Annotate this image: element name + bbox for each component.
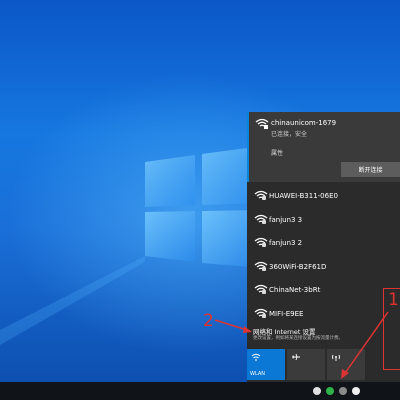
wifi-network-item[interactable]: fanjun3 3	[247, 209, 400, 231]
wifi-network-name: fanjun3 2	[269, 239, 303, 247]
hotspot-icon	[332, 354, 340, 361]
lock-icon	[262, 243, 266, 247]
wifi-network-item[interactable]: MIFI-E9EE	[247, 303, 400, 325]
annotation-marker-2: 2	[203, 311, 214, 331]
annotation-box	[383, 288, 400, 370]
wifi-icon	[251, 353, 261, 361]
airplane-icon	[292, 353, 300, 361]
wlan-tile-label: WLAN	[250, 371, 266, 377]
connected-network-name: chinaunicom-1679	[271, 119, 337, 127]
wifi-network-name: 360WiFi-B2F61D	[269, 262, 327, 271]
taskbar	[0, 382, 400, 400]
lock-icon	[262, 219, 266, 224]
wifi-network-name: MIFI-E9EE	[269, 309, 304, 318]
tray-icon[interactable]	[326, 387, 334, 395]
wifi-network-item[interactable]: fanjun3 2	[247, 232, 400, 254]
tray-icon[interactable]	[313, 387, 321, 395]
airplane-mode-quick-action[interactable]	[287, 349, 325, 380]
mobile-hotspot-quick-action[interactable]	[327, 349, 365, 380]
wifi-network-name: ChinaNet-3bRt	[269, 286, 321, 294]
system-tray	[313, 385, 360, 397]
properties-link[interactable]: 属性	[271, 148, 283, 157]
wifi-network-item[interactable]: HUAWEI-B311-06E0	[247, 185, 400, 207]
connected-network-item[interactable]: chinaunicom-1679 已连接，安全 属性 断开连接	[247, 112, 400, 182]
network-tray-icon[interactable]	[352, 387, 360, 395]
network-settings-description: 更改设置，例如将某连接设置为按流量计费。	[253, 336, 343, 341]
lock-icon	[262, 290, 266, 294]
lock-icon	[262, 313, 266, 318]
lock-icon	[262, 196, 266, 200]
connected-network-status: 已连接，安全	[271, 131, 308, 138]
wifi-network-name: fanjun3 3	[269, 215, 303, 224]
lock-icon	[262, 266, 266, 271]
wifi-network-item[interactable]: 360WiFi-B2F61D	[247, 256, 400, 278]
network-flyout: chinaunicom-1679 已连接，安全 属性 断开连接 HUAWEI-B…	[247, 112, 400, 382]
tray-icon[interactable]	[339, 387, 347, 395]
disconnect-button[interactable]: 断开连接	[341, 162, 400, 177]
wifi-network-item[interactable]: ChinaNet-3bRt	[247, 279, 400, 301]
wlan-quick-action[interactable]: WLAN	[247, 349, 285, 380]
wifi-secure-icon	[255, 118, 269, 129]
wifi-network-name: HUAWEI-B311-06E0	[269, 192, 338, 200]
